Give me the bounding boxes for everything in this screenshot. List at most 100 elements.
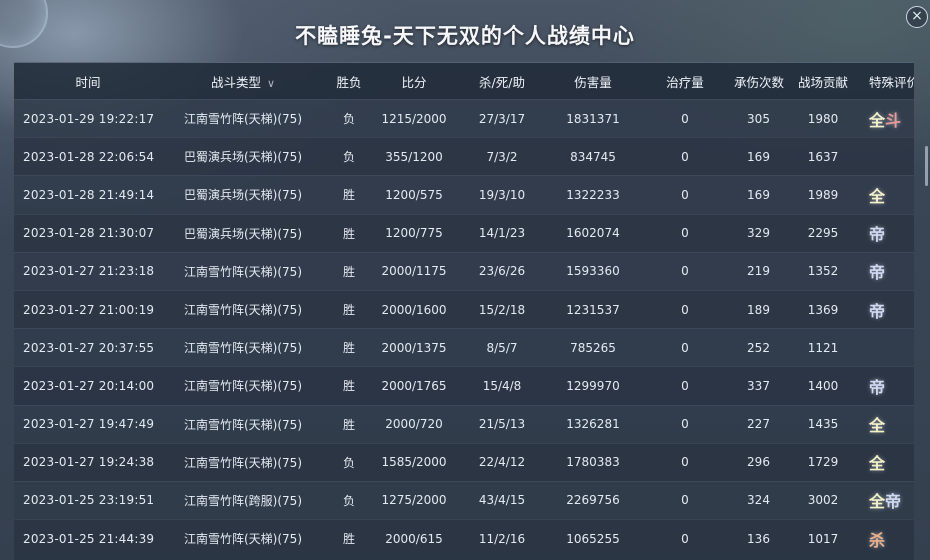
cell-contribution: 1989 [807,187,839,202]
table-row[interactable]: 2023-01-27 20:14:00 江南雪竹阵(天梯)(75) 胜 2000/17… [14,366,914,405]
header-result[interactable]: 胜负 [324,72,374,91]
cell-score: 355/1200 [385,149,443,164]
cell-kda: 43/4/15 [478,493,526,508]
stats-panel: 时间 战斗类型 ∨ 胜负 比分 杀/死/助 伤害量 治疗量 承伤次数 战场贡献 特… [14,62,914,560]
cell-score: 1215/2000 [381,111,447,126]
cell-type: 江南雪竹阵(天梯)(75) [184,379,302,394]
cell-evaluation: 全斗 [863,107,914,131]
cell-time: 2023-01-25 23:19:51 [23,493,155,508]
cell-evaluation: 帝 [863,259,914,283]
cell-kda: 15/4/8 [482,378,522,393]
header-kda[interactable]: 杀/死/助 [454,72,550,91]
cell-heal: 0 [681,493,689,508]
table-row[interactable]: 2023-01-27 21:23:18 江南雪竹阵(天梯)(75) 胜 2000/11… [14,251,914,290]
table-row[interactable]: 2023-01-28 21:30:07 巴蜀演兵场(天梯)(75) 胜 1200/77… [14,213,914,252]
badge-quan-icon: 全 [869,454,886,474]
cell-heal: 0 [681,111,689,126]
cell-heal: 0 [681,417,689,432]
cell-contribution: 1435 [807,417,839,432]
table-header: 时间 战斗类型 ∨ 胜负 比分 杀/死/助 伤害量 治疗量 承伤次数 战场贡献 特… [14,63,914,99]
cell-result: 负 [342,112,355,127]
cell-kda: 21/5/13 [478,417,526,432]
badge-dou-icon: 斗 [885,110,902,130]
cell-time: 2023-01-27 19:47:49 [23,417,155,432]
badge-di-icon: 帝 [869,263,886,283]
cell-score: 2000/615 [385,531,443,546]
cell-kda: 11/2/16 [478,531,526,546]
cell-score: 1200/575 [385,187,443,202]
header-type-label: 战斗类型 [210,74,261,90]
badge-di-icon: 帝 [869,225,886,245]
table-row[interactable]: 2023-01-27 21:00:19 江南雪竹阵(天梯)(75) 胜 2000/16… [14,289,914,329]
cell-result: 负 [342,150,355,165]
header-evaluation[interactable]: 特殊评价 [863,72,914,91]
table-row[interactable]: 2023-01-25 23:19:51 江南雪竹阵(跨服)(75) 负 1275/20… [14,480,914,520]
table-row[interactable]: 2023-01-27 20:37:55 江南雪竹阵(天梯)(75) 胜 2000/13… [14,328,914,367]
cell-damage: 1831371 [566,111,620,126]
cell-time: 2023-01-28 21:30:07 [23,226,155,241]
cell-evaluation: 帝 [863,298,914,322]
cell-score: 2000/1765 [381,378,447,393]
cell-evaluation: 全 [863,450,914,474]
cell-kda: 7/3/2 [486,149,518,164]
cell-type: 巴蜀演兵场(天梯)(75) [184,226,302,241]
cell-damage: 834745 [570,149,616,164]
cell-contribution: 1369 [807,302,839,317]
cell-result: 胜 [342,226,355,241]
table-row[interactable]: 2023-01-25 21:44:39 江南雪竹阵(天梯)(75) 胜 2000/61… [14,519,914,558]
header-type[interactable]: 战斗类型 ∨ [162,72,324,91]
cell-kda: 27/3/17 [478,111,526,126]
cell-damage: 1602074 [566,226,620,241]
cell-hits: 219 [747,264,770,279]
badge-quan-icon: 全 [869,110,886,130]
close-button[interactable]: × [906,6,928,28]
cell-hits: 169 [747,187,770,202]
table-row[interactable]: 2023-01-27 19:47:49 江南雪竹阵(天梯)(75) 胜 2000/72… [14,404,914,443]
cell-time: 2023-01-25 21:44:39 [23,531,155,546]
header-time[interactable]: 时间 [14,72,162,91]
cell-type: 江南雪竹阵(天梯)(75) [184,532,302,547]
cell-heal: 0 [681,531,689,546]
badge-quan-icon: 全 [869,186,886,206]
cell-contribution: 1352 [807,264,839,279]
cell-kda: 15/2/18 [478,302,526,317]
cell-heal: 0 [681,226,689,241]
cell-heal: 0 [681,455,689,470]
cell-time: 2023-01-27 20:14:00 [23,378,155,393]
cell-time: 2023-01-29 19:22:17 [23,111,155,126]
cell-time: 2023-01-27 20:37:55 [23,340,155,355]
scrollbar[interactable] [925,146,928,186]
cell-damage: 785265 [570,340,616,355]
chevron-down-icon[interactable]: ∨ [267,77,275,90]
header-damage[interactable]: 伤害量 [550,72,636,91]
cell-evaluation: 全帝 [863,488,914,512]
table-row[interactable]: 2023-01-28 21:49:14 巴蜀演兵场(天梯)(75) 胜 1200/57… [14,175,914,214]
cell-type: 江南雪竹阵(天梯)(75) [184,341,302,356]
cell-contribution: 2295 [807,226,839,241]
cell-score: 1585/2000 [381,455,447,470]
cell-contribution: 3002 [807,493,839,508]
header-score[interactable]: 比分 [374,72,454,91]
cell-damage: 1326281 [566,417,620,432]
cell-hits: 337 [747,378,770,393]
header-hits[interactable]: 承伤次数 [734,72,784,91]
table-row[interactable]: 2023-01-29 19:22:17 江南雪竹阵(天梯)(75) 负 1215/20… [14,99,914,138]
header-contribution[interactable]: 战场贡献 [783,72,863,91]
cell-heal: 0 [681,302,689,317]
cell-time: 2023-01-27 19:24:38 [23,455,155,470]
cell-kda: 8/5/7 [486,340,518,355]
table-row[interactable]: 2023-01-27 19:24:38 江南雪竹阵(天梯)(75) 负 1585/20… [14,442,914,481]
cell-kda: 22/4/12 [478,455,526,470]
cell-evaluation: 帝 [863,374,914,398]
cell-result: 负 [342,455,355,470]
cell-time: 2023-01-28 22:06:54 [23,149,155,164]
cell-kda: 14/1/23 [478,226,526,241]
cell-result: 胜 [342,264,355,279]
cell-evaluation: 杀 [863,527,914,551]
table-row[interactable]: 2023-01-28 22:06:54 巴蜀演兵场(天梯)(75) 负 355/120… [14,137,914,176]
header-heal[interactable]: 治疗量 [636,72,734,91]
cell-time: 2023-01-28 21:49:14 [23,187,155,202]
cell-score: 2000/1600 [381,302,447,317]
cell-damage: 1299970 [566,378,620,393]
cell-hits: 169 [747,149,770,164]
